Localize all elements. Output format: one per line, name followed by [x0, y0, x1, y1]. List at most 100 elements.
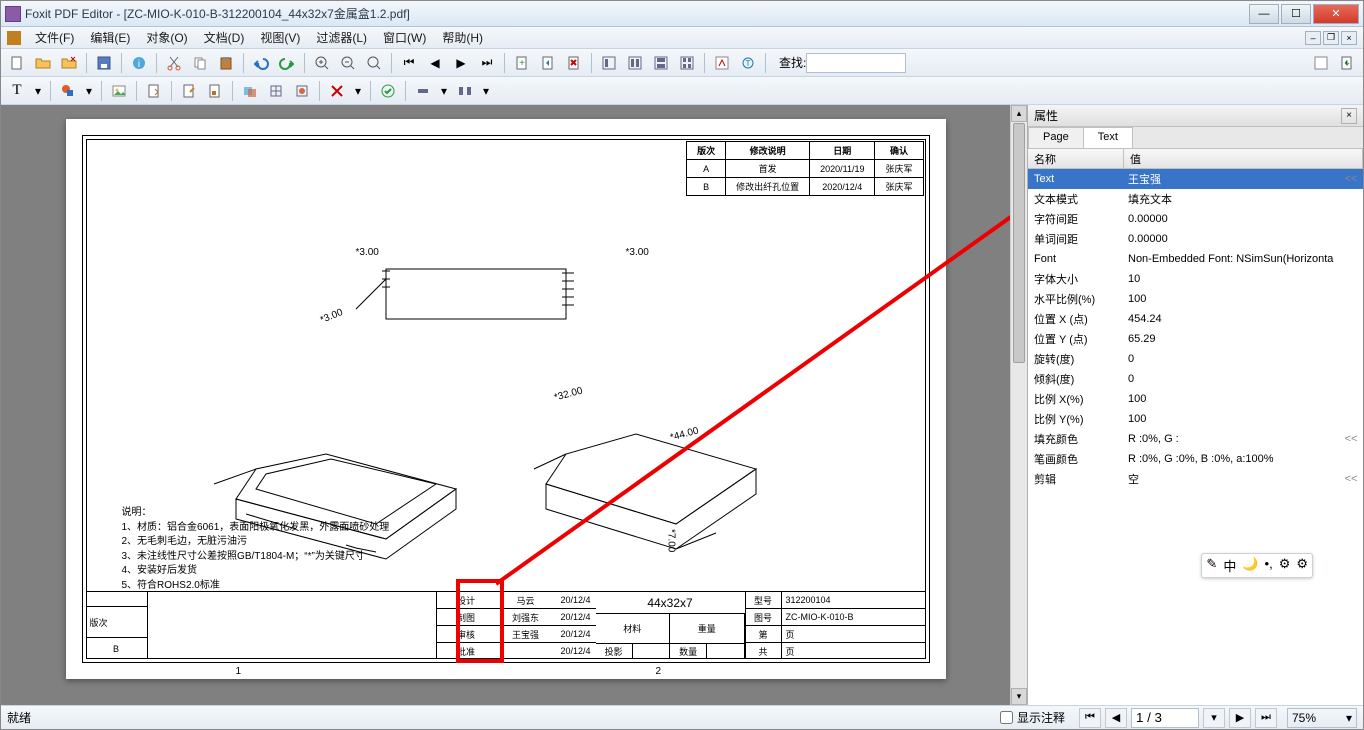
search-input[interactable] [806, 53, 906, 73]
shape-tool-dropdown[interactable]: ▾ [82, 79, 96, 103]
tool-j-dropdown[interactable]: ▾ [437, 79, 451, 103]
tool-k-button[interactable] [453, 79, 477, 103]
property-row[interactable]: 位置 X (点)454.24 [1028, 309, 1363, 329]
import-page-button[interactable] [536, 51, 560, 75]
maximize-button[interactable]: ☐ [1281, 4, 1311, 24]
tool-h-dropdown[interactable]: ▾ [351, 79, 365, 103]
tool-b-button[interactable]: T [736, 51, 760, 75]
next-page-button[interactable]: ▶ [449, 51, 473, 75]
property-row[interactable]: 笔画颜色R :0%, G :0%, B :0%, a:100% [1028, 449, 1363, 469]
menu-item[interactable]: 编辑(E) [82, 29, 138, 47]
image-tool-button[interactable] [107, 79, 131, 103]
properties-close-button[interactable]: × [1341, 108, 1357, 124]
layout1-button[interactable] [597, 51, 621, 75]
property-row[interactable]: 倾斜(度)0 [1028, 369, 1363, 389]
tab-text[interactable]: Text [1083, 127, 1133, 148]
property-row[interactable]: 填充颜色R :0%, G :<< [1028, 429, 1363, 449]
tool-k-dropdown[interactable]: ▾ [479, 79, 493, 103]
ime-button[interactable]: •, [1265, 556, 1273, 575]
canvas-viewport[interactable]: 版次修改说明日期确认 A首发2020/11/19张庆军B修改出纤孔位置2020/… [1, 105, 1010, 705]
menu-item[interactable]: 过滤器(L) [308, 29, 375, 47]
ime-button[interactable]: ⚙ [1296, 556, 1308, 575]
save-button[interactable] [92, 51, 116, 75]
tool-c-button[interactable] [177, 79, 201, 103]
tool-f-button[interactable] [264, 79, 288, 103]
ime-toolbar[interactable]: ✎ 中 🌙 •, ⚙ ⚙ [1201, 553, 1313, 578]
properties-body[interactable]: Text王宝强<<文本模式填充文本字符间距0.00000单词间距0.00000F… [1028, 169, 1363, 705]
mdi-restore[interactable]: ❐ [1323, 31, 1339, 45]
pdf-page[interactable]: 版次修改说明日期确认 A首发2020/11/19张庆军B修改出纤孔位置2020/… [66, 119, 946, 679]
options-button[interactable] [1309, 51, 1333, 75]
tool-h-button[interactable] [325, 79, 349, 103]
zoom-in-button[interactable] [310, 51, 334, 75]
menu-item[interactable]: 文档(D) [196, 29, 253, 47]
tool-d-button[interactable] [203, 79, 227, 103]
page-edit-button[interactable] [142, 79, 166, 103]
property-row[interactable]: 比例 X(%)100 [1028, 389, 1363, 409]
add-page-button[interactable]: + [510, 51, 534, 75]
info-button[interactable]: i [127, 51, 151, 75]
menu-item[interactable]: 文件(F) [27, 29, 82, 47]
ime-button[interactable]: ✎ [1206, 556, 1217, 575]
text-tool-dropdown[interactable]: ▾ [31, 79, 45, 103]
prev-page-button[interactable]: ◀ [423, 51, 447, 75]
show-annotations-checkbox[interactable]: 显示注释 [1000, 709, 1065, 726]
nav-first-button[interactable]: ⏮ [1079, 708, 1101, 728]
close-doc-button[interactable] [57, 51, 81, 75]
ime-button[interactable]: 中 [1223, 556, 1236, 575]
property-row[interactable]: FontNon-Embedded Font: NSimSun(Horizonta [1028, 249, 1363, 269]
ime-button[interactable]: ⚙ [1279, 556, 1291, 575]
zoom-fit-button[interactable] [362, 51, 386, 75]
open-button[interactable] [31, 51, 55, 75]
export-button[interactable] [1335, 51, 1359, 75]
delete-page-button[interactable] [562, 51, 586, 75]
layout3-button[interactable] [649, 51, 673, 75]
nav-prev-button[interactable]: ◀ [1105, 708, 1127, 728]
property-row[interactable]: 文本模式填充文本 [1028, 189, 1363, 209]
scroll-down-button[interactable]: ▾ [1011, 688, 1027, 705]
menu-item[interactable]: 帮助(H) [434, 29, 491, 47]
property-row[interactable]: 旋转(度)0 [1028, 349, 1363, 369]
layout4-button[interactable] [675, 51, 699, 75]
tool-a-button[interactable] [710, 51, 734, 75]
mdi-minimize[interactable]: – [1305, 31, 1321, 45]
copy-button[interactable] [188, 51, 212, 75]
nav-last-button[interactable]: ⏭ [1255, 708, 1277, 728]
show-annotations-input[interactable] [1000, 711, 1013, 724]
page-dropdown-button[interactable]: ▾ [1203, 708, 1225, 728]
property-row[interactable]: 水平比例(%)100 [1028, 289, 1363, 309]
mdi-close[interactable]: × [1341, 31, 1357, 45]
tool-g-button[interactable] [290, 79, 314, 103]
scroll-up-button[interactable]: ▴ [1011, 105, 1027, 122]
minimize-button[interactable]: — [1249, 4, 1279, 24]
property-row[interactable]: Text王宝强<< [1028, 169, 1363, 189]
redo-button[interactable] [275, 51, 299, 75]
scroll-thumb[interactable] [1013, 123, 1025, 363]
cut-button[interactable] [162, 51, 186, 75]
property-row[interactable]: 剪辑空<< [1028, 469, 1363, 489]
ime-button[interactable]: 🌙 [1242, 556, 1258, 575]
shape-tool-button[interactable] [56, 79, 80, 103]
paste-button[interactable] [214, 51, 238, 75]
tool-e-button[interactable] [238, 79, 262, 103]
layout2-button[interactable] [623, 51, 647, 75]
zoom-select[interactable]: 75%▾ [1287, 708, 1357, 728]
last-page-button[interactable]: ⏭ [475, 51, 499, 75]
close-button[interactable]: ✕ [1313, 4, 1359, 24]
tool-i-button[interactable] [376, 79, 400, 103]
nav-next-button[interactable]: ▶ [1229, 708, 1251, 728]
property-row[interactable]: 位置 Y (点)65.29 [1028, 329, 1363, 349]
new-button[interactable] [5, 51, 29, 75]
property-row[interactable]: 单词间距0.00000 [1028, 229, 1363, 249]
property-row[interactable]: 比例 Y(%)100 [1028, 409, 1363, 429]
text-tool-button[interactable]: T [5, 79, 29, 103]
zoom-out-button[interactable] [336, 51, 360, 75]
page-input[interactable] [1131, 708, 1199, 728]
first-page-button[interactable]: ⏮ [397, 51, 421, 75]
vertical-scrollbar[interactable]: ▴ ▾ [1010, 105, 1027, 705]
property-row[interactable]: 字符间距0.00000 [1028, 209, 1363, 229]
tab-page[interactable]: Page [1028, 127, 1084, 148]
tool-j-button[interactable] [411, 79, 435, 103]
menu-item[interactable]: 对象(O) [138, 29, 195, 47]
menu-item[interactable]: 窗口(W) [375, 29, 434, 47]
